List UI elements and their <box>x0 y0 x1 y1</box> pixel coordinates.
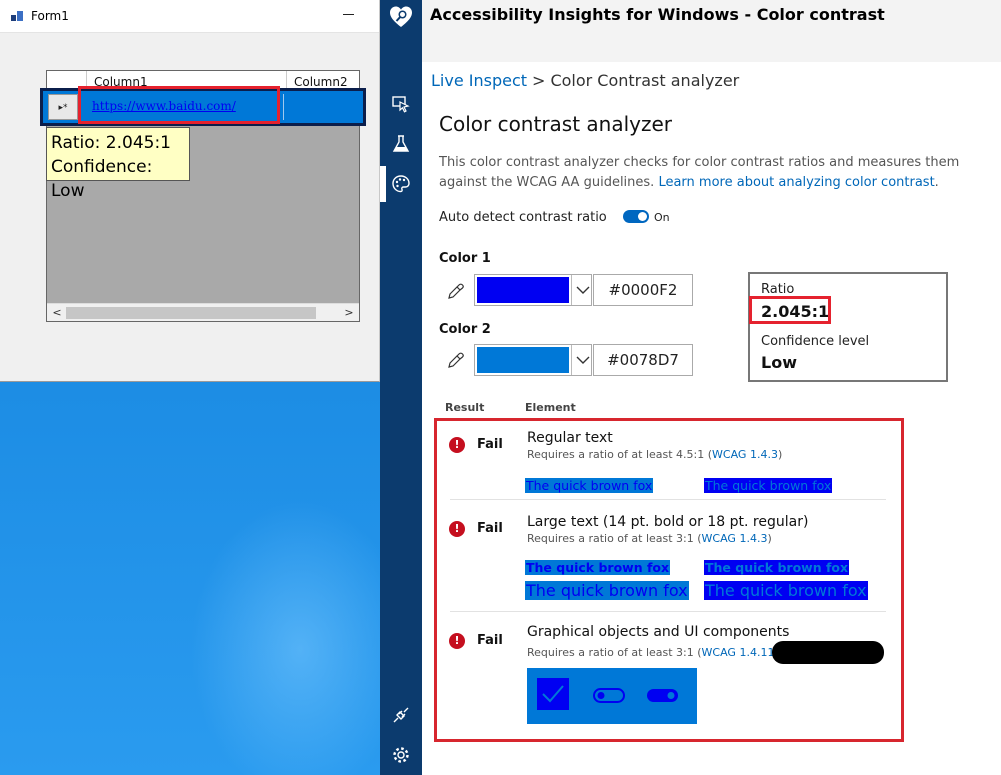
test1-requirement-text: Requires a ratio of at least 4.5:1 ( <box>527 448 713 461</box>
test2-wcag-link[interactable]: WCAG 1.4.3 <box>702 532 768 545</box>
breadcrumb-separator: > <box>532 71 546 90</box>
form1-titlebar[interactable]: Form1 <box>0 0 379 33</box>
form1-title: Form1 <box>31 9 69 23</box>
color2-chevron-down-icon[interactable] <box>571 345 593 375</box>
fail-icon: ! <box>449 633 465 649</box>
ratio-panel: Ratio 2.045:1 Confidence level Low <box>748 272 948 382</box>
test1-requirement-close: ) <box>777 448 783 461</box>
test2-requirement-text: Requires a ratio of at least 3:1 ( <box>527 532 702 545</box>
graphical-objects-sample <box>527 668 697 724</box>
desktop-background: Form1 Column1 Column2 ▸* https://www.bai… <box>0 0 380 775</box>
horizontal-scrollbar[interactable]: < > <box>47 303 359 321</box>
test2-title: Large text (14 pt. bold or 18 pt. regula… <box>527 514 809 530</box>
form1-app-icon <box>11 11 23 21</box>
test1-wcag-link[interactable]: WCAG 1.4.3 <box>712 448 778 461</box>
large-bold-sample-1: The quick brown fox <box>525 560 671 575</box>
learn-more-link[interactable]: Learn more about analyzing color contras… <box>658 175 934 190</box>
large-regular-sample-1: The quick brown fox <box>525 581 689 600</box>
app-title: Accessibility Insights for Windows - Col… <box>430 5 885 24</box>
ratio-label: Ratio <box>761 282 795 297</box>
test1-status: Fail <box>477 437 503 452</box>
test3-requirement-text: Requires a ratio of at least 3:1 ( <box>527 646 702 659</box>
color2-dropdown[interactable] <box>474 344 592 376</box>
nav-color-contrast[interactable] <box>380 164 422 204</box>
nav-test[interactable] <box>380 124 422 164</box>
large-bold-sample-2: The quick brown fox <box>704 560 850 575</box>
regular-text-sample-1: The quick brown fox <box>525 478 654 493</box>
color2-label: Color 2 <box>439 322 491 337</box>
ratio-value-highlight <box>749 296 831 324</box>
eyedropper-icon[interactable] <box>446 281 466 301</box>
color1-chevron-down-icon[interactable] <box>571 275 593 305</box>
test2-requirement: Requires a ratio of at least 3:1 (WCAG 1… <box>527 532 772 545</box>
test-flask-icon <box>392 135 410 152</box>
color2-hex-input[interactable]: #0078D7 <box>593 344 693 376</box>
large-regular-sample-2: The quick brown fox <box>704 581 868 600</box>
row-header-new-row[interactable]: ▸* <box>48 94 78 120</box>
contrast-tooltip: Ratio: 2.045:1 Confidence: Low <box>46 127 190 201</box>
connection-plug-icon <box>393 707 409 723</box>
auto-detect-state: On <box>654 211 670 224</box>
inspected-element-highlight <box>78 86 280 124</box>
auto-detect-label: Auto detect contrast ratio <box>439 210 607 225</box>
breadcrumb-live-inspect-link[interactable]: Live Inspect <box>431 71 527 90</box>
accessibility-insights-logo-icon <box>388 4 414 30</box>
color2-swatch <box>477 347 569 373</box>
nav-settings[interactable] <box>380 735 422 775</box>
tooltip-confidence: Confidence: Low <box>51 157 153 201</box>
color1-swatch <box>477 277 569 303</box>
minimize-button[interactable] <box>343 4 357 24</box>
live-inspect-icon <box>392 96 410 113</box>
desktop-glow <box>190 500 380 775</box>
breadcrumb: Live Inspect > Color Contrast analyzer <box>431 71 739 90</box>
confidence-value: Low <box>761 353 797 372</box>
color1-label: Color 1 <box>439 251 491 266</box>
scroll-right-arrow-icon[interactable]: > <box>341 304 357 322</box>
column-header-2[interactable]: Column2 <box>287 71 359 88</box>
intro-period: . <box>934 175 939 190</box>
test2-requirement-close: ) <box>767 532 772 545</box>
fail-icon: ! <box>449 521 465 537</box>
divider <box>450 611 886 612</box>
app-titlebar[interactable]: Accessibility Insights for Windows - Col… <box>422 0 1001 62</box>
confidence-label: Confidence level <box>761 334 870 349</box>
test1-title: Regular text <box>527 430 613 446</box>
test2-status: Fail <box>477 521 503 536</box>
fail-icon: ! <box>449 437 465 453</box>
grid-cell-column2[interactable] <box>283 94 363 120</box>
page-title: Color contrast analyzer <box>439 112 673 136</box>
color-contrast-palette-icon <box>392 175 410 193</box>
color1-dropdown[interactable] <box>474 274 592 306</box>
redaction-bar <box>772 641 884 664</box>
breadcrumb-current: Color Contrast analyzer <box>550 71 740 90</box>
test3-status: Fail <box>477 633 503 648</box>
test1-requirement: Requires a ratio of at least 4.5:1 (WCAG… <box>527 448 782 461</box>
nav-connection[interactable] <box>380 695 422 735</box>
settings-gear-icon <box>393 747 409 763</box>
divider <box>450 499 886 500</box>
intro-text: This color contrast analyzer checks for … <box>439 153 1001 193</box>
color1-hex-input[interactable]: #0000F2 <box>593 274 693 306</box>
scrollbar-thumb[interactable] <box>66 307 316 319</box>
element-column-header: Element <box>525 401 576 414</box>
scroll-left-arrow-icon[interactable]: < <box>49 304 65 322</box>
test3-title: Graphical objects and UI components <box>527 624 790 640</box>
main-pane: Accessibility Insights for Windows - Col… <box>422 0 1001 775</box>
nav-live-inspect[interactable] <box>380 84 422 124</box>
form1-window: Form1 Column1 Column2 ▸* https://www.bai… <box>0 0 380 382</box>
result-column-header: Result <box>445 401 485 414</box>
test3-requirement: Requires a ratio of at least 3:1 (WCAG 1… <box>527 646 779 659</box>
tooltip-ratio: Ratio: 2.045:1 <box>51 133 171 153</box>
eyedropper-icon[interactable] <box>446 350 466 370</box>
test3-wcag-link[interactable]: WCAG 1.4.11 <box>702 646 775 659</box>
navigation-rail <box>380 0 422 775</box>
regular-text-sample-2: The quick brown fox <box>704 478 833 493</box>
auto-detect-toggle[interactable] <box>623 210 649 223</box>
